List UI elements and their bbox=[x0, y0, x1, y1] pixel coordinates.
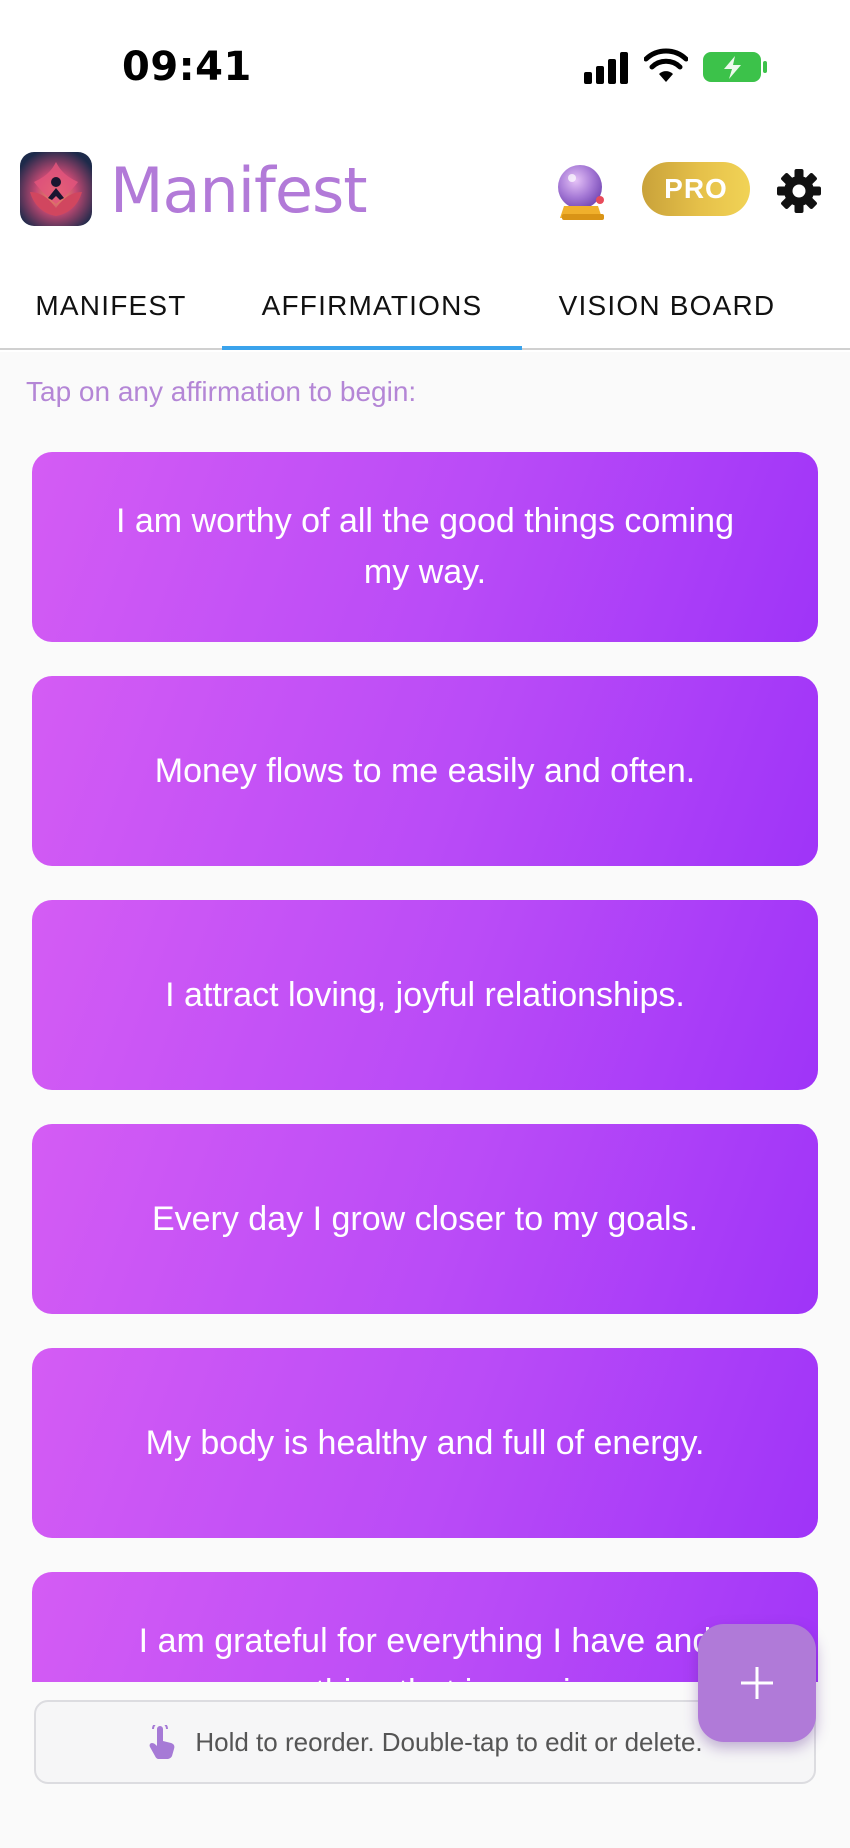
battery-icon bbox=[703, 52, 767, 82]
affirmation-card[interactable]: Money flows to me easily and often. bbox=[32, 676, 818, 866]
tab-bar: MANIFEST AFFIRMATIONS VISION BOARD bbox=[0, 262, 850, 350]
gear-icon[interactable] bbox=[776, 168, 822, 214]
app-header: Manifest PRO bbox=[0, 140, 850, 240]
signal-icon bbox=[584, 52, 628, 84]
affirmation-card[interactable]: I am worthy of all the good things comin… bbox=[32, 452, 818, 642]
affirmation-card[interactable]: My body is healthy and full of energy. bbox=[32, 1348, 818, 1538]
app-logo bbox=[20, 152, 92, 226]
pro-badge[interactable]: PRO bbox=[642, 162, 750, 216]
affirmation-card[interactable]: Every day I grow closer to my goals. bbox=[32, 1124, 818, 1314]
add-affirmation-button[interactable] bbox=[698, 1624, 816, 1742]
status-time: 09:41 bbox=[122, 44, 252, 90]
app-title: Manifest bbox=[110, 154, 368, 227]
wifi-icon bbox=[644, 48, 688, 82]
crystal-ball-icon[interactable] bbox=[552, 160, 612, 222]
tab-affirmations[interactable]: AFFIRMATIONS bbox=[222, 262, 522, 350]
tab-active-indicator bbox=[222, 346, 522, 350]
reorder-hint-text: Hold to reorder. Double-tap to edit or d… bbox=[195, 1726, 703, 1757]
plus-icon bbox=[741, 1667, 773, 1699]
affirmation-list: I am worthy of all the good things comin… bbox=[32, 452, 818, 1682]
affirmations-content[interactable]: Tap on any affirmation to begin: I am wo… bbox=[0, 352, 850, 1682]
affirmation-card[interactable]: I attract loving, joyful relationships. bbox=[32, 900, 818, 1090]
status-bar: 09:41 bbox=[0, 0, 850, 140]
tab-manifest[interactable]: MANIFEST bbox=[0, 262, 222, 350]
instruction-text: Tap on any affirmation to begin: bbox=[26, 376, 417, 407]
tab-vision-board[interactable]: VISION BOARD bbox=[522, 262, 812, 350]
hand-icon bbox=[149, 1725, 175, 1759]
